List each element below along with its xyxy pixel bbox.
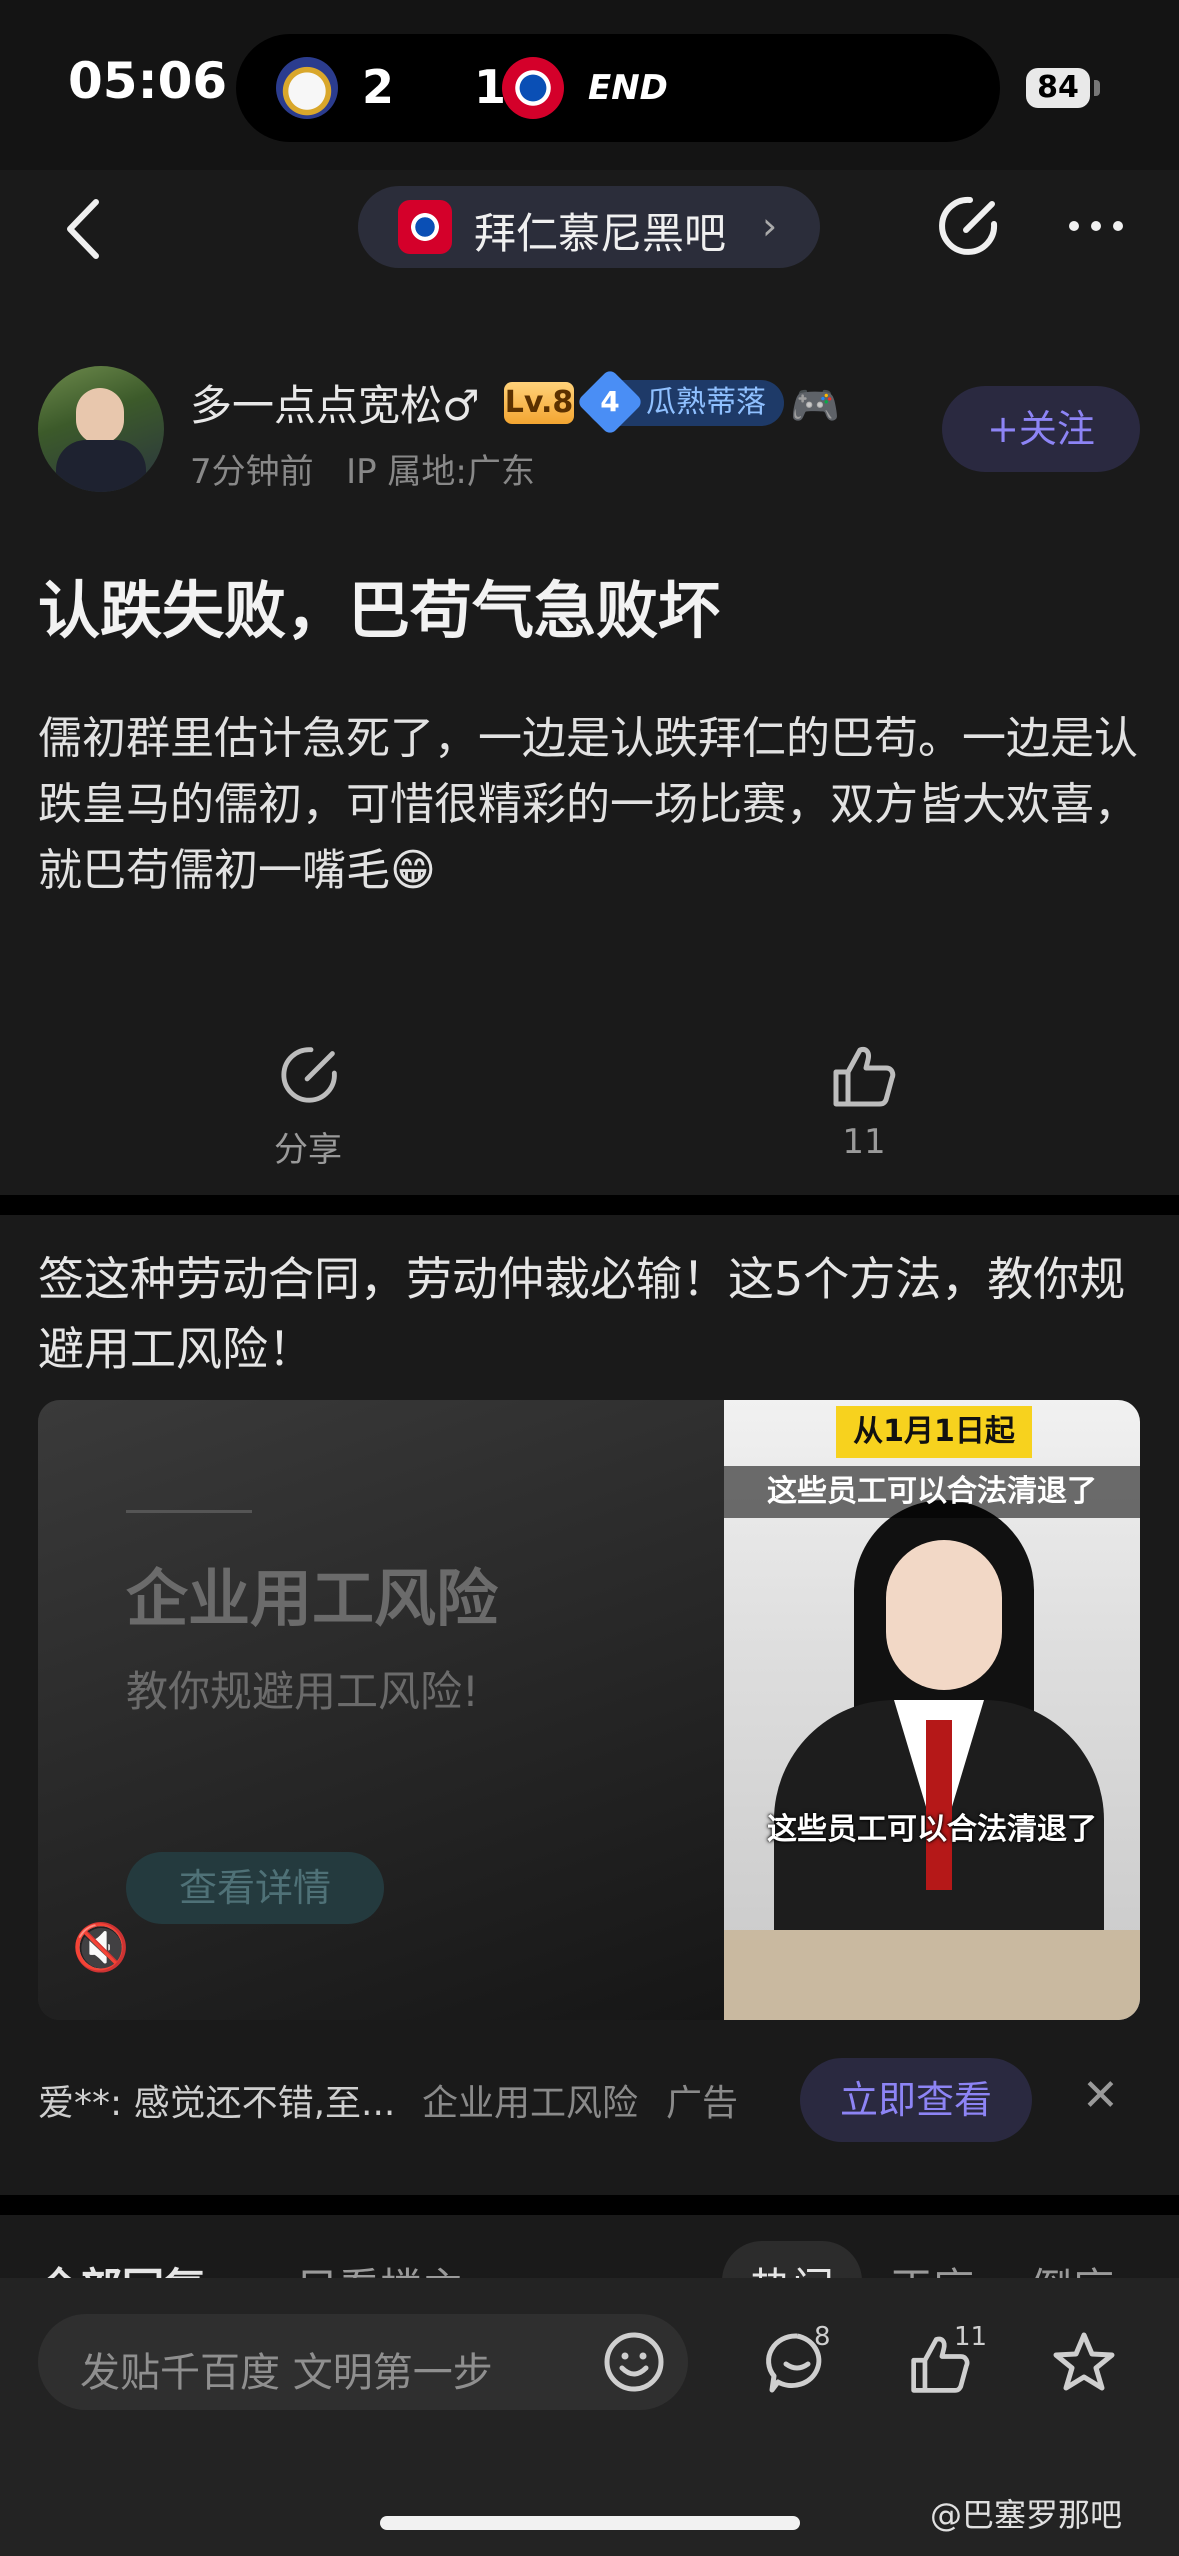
ad-subheading: 教你规避用工风险!: [126, 1667, 479, 1716]
mute-icon[interactable]: 🔇: [72, 1920, 129, 1975]
ad-advertiser: 企业用工风险: [422, 2083, 639, 2124]
real-madrid-logo-icon: [276, 57, 338, 119]
bayern-logo-icon: [502, 57, 564, 119]
thumbs-up-icon[interactable]: [830, 1042, 898, 1110]
share-label[interactable]: 分享: [208, 1122, 408, 1171]
video-caption-top: 这些员工可以合法清退了: [724, 1466, 1140, 1518]
like-count: 11: [842, 1122, 886, 1162]
badge-number: 4: [576, 368, 644, 436]
section-divider: [0, 2195, 1179, 2215]
compose-placeholder[interactable]: 发贴千百度 文明第一步: [80, 2340, 493, 2398]
back-icon[interactable]: [60, 196, 104, 262]
ad-details-button[interactable]: 查看详情: [126, 1852, 384, 1924]
ad-label: 广告: [666, 2083, 739, 2124]
share-icon[interactable]: [934, 190, 1006, 262]
home-indicator[interactable]: [380, 2516, 800, 2530]
video-date-tag: 从1月1日起: [836, 1406, 1032, 1458]
video-caption-bottom: 这些员工可以合法清退了: [767, 1812, 1097, 1847]
home-score: 2: [362, 60, 395, 114]
post-title: 认跌失败，巴苟气急败坏: [38, 574, 721, 647]
post-meta: 7分钟前 IP 属地:广东: [190, 444, 535, 493]
watermark: @巴塞罗那吧: [930, 2496, 1123, 2534]
post-body: 儒初群里估计急死了，一边是认跌拜仁的巴苟。一边是认跌皇马的儒初，可惜很精彩的一场…: [38, 713, 1138, 896]
forum-logo-icon: [398, 200, 452, 254]
star-icon[interactable]: [1050, 2330, 1118, 2396]
ad-heading: 企业用工风险: [126, 1562, 499, 1635]
chevron-right-icon: ›: [762, 204, 778, 248]
ad-banner[interactable]: 企业用工风险 教你规避用工风险! 查看详情 🔇: [38, 1400, 724, 2020]
ad-title[interactable]: 签这种劳动合同，劳动仲裁必输！这5个方法，教你规避用工风险！: [38, 1244, 1148, 1384]
ad-media[interactable]: 企业用工风险 教你规避用工风险! 查看详情 🔇 从1月1日起 这些员工可以合法清…: [38, 1400, 1140, 2020]
ad-review: 爱**: 感觉还不错,至...: [38, 2083, 396, 2124]
ad-cta-button[interactable]: 立即查看: [800, 2058, 1032, 2142]
emoji-icon[interactable]: [602, 2330, 666, 2394]
share-action-icon[interactable]: [276, 1040, 346, 1110]
gamepad-icon: 🎮: [790, 383, 840, 429]
username[interactable]: 多一点点宽松♂: [190, 372, 480, 433]
title-badge: 4 瓜熟蒂落: [576, 368, 784, 436]
section-divider: [0, 1195, 1179, 1215]
comment-count: 8: [814, 2322, 831, 2352]
follow-button[interactable]: +关注: [942, 386, 1140, 472]
comments-header: 全部回复 只看楼主 热门 正序 倒序: [0, 2215, 1179, 2285]
live-activity-score[interactable]: 2 1 END: [236, 34, 1000, 142]
forum-name[interactable]: 拜仁慕尼黑吧: [474, 200, 726, 261]
bottom-like-count: 11: [954, 2322, 988, 2352]
more-icon[interactable]: [1066, 218, 1126, 234]
level-badge: Lv.8: [504, 382, 574, 424]
status-time: 05:06: [68, 52, 228, 110]
avatar[interactable]: [38, 366, 164, 492]
battery-icon: 84: [1026, 68, 1090, 108]
badge-text: 瓜熟蒂落: [646, 385, 766, 420]
post-time: 7分钟前: [190, 452, 314, 492]
ip-location: IP 属地:广东: [346, 452, 535, 492]
match-state: END: [588, 68, 668, 108]
ad-divider-line: [126, 1510, 252, 1513]
close-icon[interactable]: ✕: [1082, 2070, 1119, 2121]
ad-video[interactable]: 从1月1日起 这些员工可以合法清退了 这些员工可以合法清退了: [724, 1400, 1140, 2020]
battery-tip: [1094, 80, 1100, 96]
